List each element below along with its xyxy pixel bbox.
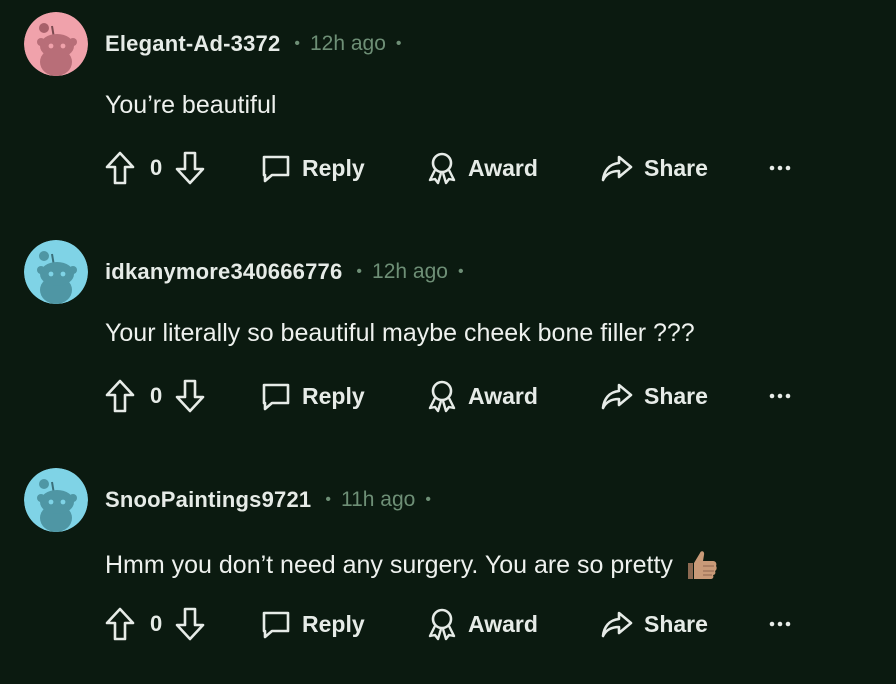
avatar[interactable] [24,468,88,532]
vote-group: 0 [104,602,206,646]
more-options-button[interactable] [768,602,792,646]
comment: Elegant-Ad-3372 • 12h ago • You’re beaut… [0,0,896,228]
avatar[interactable] [24,240,88,304]
comment-meta: Elegant-Ad-3372 • 12h ago • [105,28,402,60]
separator-dot: • [294,35,300,52]
share-arrow-icon [600,607,634,641]
username[interactable]: Elegant-Ad-3372 [105,31,280,57]
comment-feed: Elegant-Ad-3372 • 12h ago • You’re beaut… [0,0,896,684]
speech-bubble-icon [260,607,292,641]
comment-text: Hmm you don’t need any surgery. You are … [105,547,719,583]
award-ribbon-icon [426,150,458,186]
award-label: Award [468,154,538,181]
thumbs-up-icon [683,547,719,583]
arrow-up-icon[interactable] [104,378,136,414]
comment-meta: SnooPaintings9721 • 11h ago • [105,484,431,516]
arrow-down-icon[interactable] [174,378,206,414]
share-arrow-icon [600,379,634,413]
arrow-down-icon[interactable] [174,606,206,642]
ellipsis-icon [768,619,792,629]
share-button[interactable]: Share [600,602,708,646]
timestamp: 12h ago [310,32,386,55]
arrow-down-icon[interactable] [174,150,206,186]
award-label: Award [468,382,538,409]
more-options-button[interactable] [768,374,792,418]
snoo-avatar-icon [24,240,88,304]
comment: SnooPaintings9721 • 11h ago • Hmm you do… [0,456,896,684]
speech-bubble-icon [260,379,292,413]
speech-bubble-icon [260,151,292,185]
comment-body: You’re beautiful [105,91,277,119]
share-label: Share [644,382,708,409]
separator-dot: • [325,491,331,508]
award-ribbon-icon [426,606,458,642]
timestamp: 12h ago [372,260,448,283]
award-label: Award [468,610,538,637]
separator-dot: • [425,491,431,508]
snoo-avatar-icon [24,12,88,76]
vote-group: 0 [104,146,206,190]
reply-button[interactable]: Reply [260,602,365,646]
arrow-up-icon[interactable] [104,606,136,642]
username[interactable]: SnooPaintings9721 [105,487,311,513]
award-button[interactable]: Award [426,602,538,646]
comment-body: Your literally so beautiful maybe cheek … [105,319,695,347]
comment-actions: 0 Reply Award Share [104,374,804,418]
avatar[interactable] [24,12,88,76]
separator-dot: • [395,35,402,52]
reply-button[interactable]: Reply [260,374,365,418]
more-options-button[interactable] [768,146,792,190]
separator-dot: • [356,263,363,280]
comment-actions: 0 Reply Award Share [104,602,804,646]
vote-count: 0 [150,155,163,180]
ellipsis-icon [768,391,792,401]
share-label: Share [644,154,708,181]
username[interactable]: idkanymore340666776 [105,259,342,285]
comment-actions: 0 Reply Award Share [104,146,804,190]
comment-text: You’re beautiful [105,91,276,120]
share-arrow-icon [600,151,634,185]
reply-label: Reply [302,382,365,409]
share-label: Share [644,610,708,637]
reply-button[interactable]: Reply [260,146,365,190]
comment-meta: idkanymore340666776 • 12h ago • [105,256,464,288]
vote-count: 0 [150,611,163,636]
separator-dot: • [457,263,464,280]
ellipsis-icon [768,163,792,173]
snoo-avatar-icon [24,468,88,532]
vote-count: 0 [150,383,163,408]
reply-label: Reply [302,154,365,181]
timestamp: 11h ago [340,488,416,511]
reply-label: Reply [302,610,365,637]
award-button[interactable]: Award [426,374,538,418]
vote-group: 0 [104,374,206,418]
comment: idkanymore340666776 • 12h ago • Your lit… [0,228,896,456]
share-button[interactable]: Share [600,374,708,418]
comment-body: Hmm you don’t need any surgery. You are … [105,550,673,579]
comment-text: Your literally so beautiful maybe cheek … [105,319,695,348]
share-button[interactable]: Share [600,146,708,190]
award-ribbon-icon [426,378,458,414]
arrow-up-icon[interactable] [104,150,136,186]
award-button[interactable]: Award [426,146,538,190]
